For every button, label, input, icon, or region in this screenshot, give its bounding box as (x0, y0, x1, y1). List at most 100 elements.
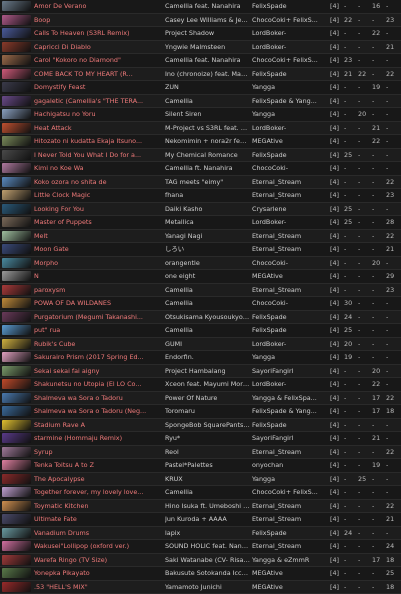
beatmap-title[interactable]: Capricci Di Diablo (34, 41, 162, 54)
beatmap-mapper[interactable]: ChocoCoki+ FelixS... (252, 54, 330, 67)
beatmap-title[interactable]: The Apocalypse (34, 473, 162, 486)
beatmap-row[interactable]: COME BACK TO MY HEART (R...Ino (chronoiz… (0, 68, 401, 82)
beatmap-mapper[interactable]: MEGAtive (252, 567, 330, 580)
beatmap-row[interactable]: MorphoorangentleChocoCoki-[4]--20- (0, 257, 401, 271)
beatmap-title[interactable]: Toymatic Kitchen (34, 500, 162, 513)
beatmap-title[interactable]: Together forever, my lovely love... (34, 486, 162, 499)
beatmap-mapper[interactable]: Eternal_Stream (252, 446, 330, 459)
beatmap-mapper[interactable]: LordBoker- (252, 338, 330, 351)
beatmap-mapper[interactable]: ChocoCoki+ FelixS... (252, 486, 330, 499)
beatmap-row[interactable]: Domystify FeastZUNYangga[4]--19- (0, 81, 401, 95)
beatmap-mapper[interactable]: Eternal_Stream (252, 189, 330, 202)
beatmap-title[interactable]: Tenka Toitsu A to Z (34, 459, 162, 472)
beatmap-row[interactable]: Vanadium DrumslapixFelixSpade[4]24--- (0, 527, 401, 541)
beatmap-mapper[interactable]: FelixSpade (252, 419, 330, 432)
beatmap-row[interactable]: MeltYanagi NagiEternal_Stream[4]---22 (0, 230, 401, 244)
beatmap-title[interactable]: Sekai sekai fai aigny (34, 365, 162, 378)
beatmap-mapper[interactable]: Yangga & FelixSpa... (252, 392, 330, 405)
beatmap-row[interactable]: Yonepka PikayatoBakusute Sotokanda Iccho… (0, 567, 401, 581)
beatmap-row[interactable]: Rubik's CubeGUMILordBoker-[4]20--- (0, 338, 401, 352)
beatmap-title[interactable]: Kimi no Koe Wa (34, 162, 162, 175)
beatmap-row[interactable]: Hachigatsu no YoruSilent SirenYangga[4]-… (0, 108, 401, 122)
beatmap-row[interactable]: Together forever, my lovely love...Camel… (0, 486, 401, 500)
beatmap-row[interactable]: I Never Told You What I Do for a...My Ch… (0, 149, 401, 163)
beatmap-mapper[interactable]: FelixSpade & Yang... (252, 405, 330, 418)
beatmap-title[interactable]: .53 "HELL'S MIX" (34, 581, 162, 594)
beatmap-row[interactable]: Amor De VeranoCamellia feat. NanahiraFel… (0, 0, 401, 14)
beatmap-mapper[interactable]: Yangga (252, 351, 330, 364)
beatmap-mapper[interactable]: Crysarlene (252, 203, 330, 216)
beatmap-row[interactable]: Tenka Toitsu A to ZPastel*Palettesonyoch… (0, 459, 401, 473)
beatmap-title[interactable]: Wakusei"Lollipop (oxford ver.) (34, 540, 162, 553)
beatmap-row[interactable]: Kimi no Koe WaCamellia ft. NanahiraChoco… (0, 162, 401, 176)
beatmap-title[interactable]: Hitozato ni kudatta Ekaja Itsuno... (34, 135, 162, 148)
beatmap-row[interactable]: starmine (Hommaju Remix)Ryu*SayoriFangir… (0, 432, 401, 446)
beatmap-row[interactable]: paroxysmCamelliaEternal_Stream[4]---23 (0, 284, 401, 298)
beatmap-mapper[interactable]: Eternal_Stream (252, 230, 330, 243)
beatmap-title[interactable]: N (34, 270, 162, 283)
beatmap-row[interactable]: Koko ozora no shita deTAG meets "eimy"Et… (0, 176, 401, 190)
beatmap-title[interactable]: Rubik's Cube (34, 338, 162, 351)
beatmap-mapper[interactable]: Eternal_Stream (252, 500, 330, 513)
beatmap-title[interactable]: Sakurairo Prism (2017 Spring Ed... (34, 351, 162, 364)
beatmap-mapper[interactable]: LordBoker- (252, 378, 330, 391)
beatmap-mapper[interactable]: Yangga & eZmmR (252, 554, 330, 567)
beatmap-row[interactable]: BoopCasey Lee Williams & Jeff Willia...C… (0, 14, 401, 28)
beatmap-mapper[interactable]: Eternal_Stream (252, 284, 330, 297)
beatmap-mapper[interactable]: SayoriFangirl (252, 432, 330, 445)
beatmap-title[interactable]: Shakunetsu no Utopia (El LO Co... (34, 378, 162, 391)
beatmap-mapper[interactable]: FelixSpade (252, 527, 330, 540)
beatmap-row[interactable]: Master of PuppetsMetallicaLordBoker-[4]2… (0, 216, 401, 230)
beatmap-title[interactable]: Domystify Feast (34, 81, 162, 94)
beatmap-mapper[interactable]: ChocoCoki- (252, 257, 330, 270)
beatmap-title[interactable]: Koko ozora no shita de (34, 176, 162, 189)
beatmap-title[interactable]: Amor De Verano (34, 0, 162, 13)
beatmap-row[interactable]: Shalmeva wa Sora o Tadoru (Neg...Toromar… (0, 405, 401, 419)
beatmap-row[interactable]: Wakusei"Lollipop (oxford ver.)SOUND HOLI… (0, 540, 401, 554)
beatmap-row[interactable]: Shalmeva wa Sora o TadoruPower Of Nature… (0, 392, 401, 406)
beatmap-row[interactable]: POWA OF DA WILDANESCamelliaChocoCoki-[4]… (0, 297, 401, 311)
beatmap-row[interactable]: gagaletic (Camellia's "THE TERA...Camell… (0, 95, 401, 109)
beatmap-mapper[interactable]: onyochan (252, 459, 330, 472)
beatmap-mapper[interactable]: FelixSpade & Yang... (252, 95, 330, 108)
beatmap-mapper[interactable]: Eternal_Stream (252, 540, 330, 553)
beatmap-row[interactable]: The ApocalypseKRUXYangga[4]-25-- (0, 473, 401, 487)
beatmap-title[interactable]: Hachigatsu no Yoru (34, 108, 162, 121)
beatmap-title[interactable]: Ultimate Fate (34, 513, 162, 526)
beatmap-row[interactable]: Sakurairo Prism (2017 Spring Ed...Endorf… (0, 351, 401, 365)
beatmap-mapper[interactable]: FelixSpade (252, 68, 330, 81)
beatmap-mapper[interactable]: ChocoCoki- (252, 162, 330, 175)
beatmap-row[interactable]: put" ruaCamelliaFelixSpade[4]25--- (0, 324, 401, 338)
beatmap-mapper[interactable]: LordBoker- (252, 122, 330, 135)
beatmap-row[interactable]: Calls To Heaven (S3RL Remix)Project Shad… (0, 27, 401, 41)
beatmap-row[interactable]: SyrupReolEternal_Stream[4]---22 (0, 446, 401, 460)
beatmap-mapper[interactable]: Eternal_Stream (252, 243, 330, 256)
beatmap-title[interactable]: Vanadium Drums (34, 527, 162, 540)
beatmap-title[interactable]: Looking For You (34, 203, 162, 216)
beatmap-row[interactable]: Sekai sekai fai aignyProject HambalangSa… (0, 365, 401, 379)
beatmap-row[interactable]: Moon GateしろいEternal_Stream[4]---21 (0, 243, 401, 257)
beatmap-title[interactable]: Moon Gate (34, 243, 162, 256)
beatmap-row[interactable]: Toymatic KitchenHino Isuka ft. Umeboshi … (0, 500, 401, 514)
beatmap-row[interactable]: Hitozato ni kudatta Ekaja Itsuno...Nekom… (0, 135, 401, 149)
beatmap-row[interactable]: Purgatorium (Megumi Takanashi...Otsukisa… (0, 311, 401, 325)
beatmap-title[interactable]: Calls To Heaven (S3RL Remix) (34, 27, 162, 40)
beatmap-title[interactable]: Stadium Rave A (34, 419, 162, 432)
beatmap-title[interactable]: Heat Attack (34, 122, 162, 135)
beatmap-mapper[interactable]: Yangga (252, 108, 330, 121)
beatmap-mapper[interactable]: Yangga (252, 81, 330, 94)
beatmap-row[interactable]: Warefa Ringo (TV Size)Saki Watanabe (CV-… (0, 554, 401, 568)
beatmap-title[interactable]: Shalmeva wa Sora o Tadoru (34, 392, 162, 405)
beatmap-row[interactable]: Looking For YouDaiki KashoCrysarlene[4]2… (0, 203, 401, 217)
beatmap-title[interactable]: Melt (34, 230, 162, 243)
beatmap-title[interactable]: Shalmeva wa Sora o Tadoru (Neg... (34, 405, 162, 418)
beatmap-mapper[interactable]: FelixSpade (252, 324, 330, 337)
beatmap-mapper[interactable]: LordBoker- (252, 216, 330, 229)
beatmap-mapper[interactable]: ChocoCoki- (252, 297, 330, 310)
beatmap-mapper[interactable]: MEGAtive (252, 135, 330, 148)
beatmap-title[interactable]: COME BACK TO MY HEART (R... (34, 68, 162, 81)
beatmap-mapper[interactable]: LordBoker- (252, 27, 330, 40)
beatmap-row[interactable]: Little Clock MagicfhanaEternal_Stream[4]… (0, 189, 401, 203)
beatmap-row[interactable]: Heat AttackM-Project vs S3RL feat. Kryst… (0, 122, 401, 136)
beatmap-title[interactable]: Little Clock Magic (34, 189, 162, 202)
